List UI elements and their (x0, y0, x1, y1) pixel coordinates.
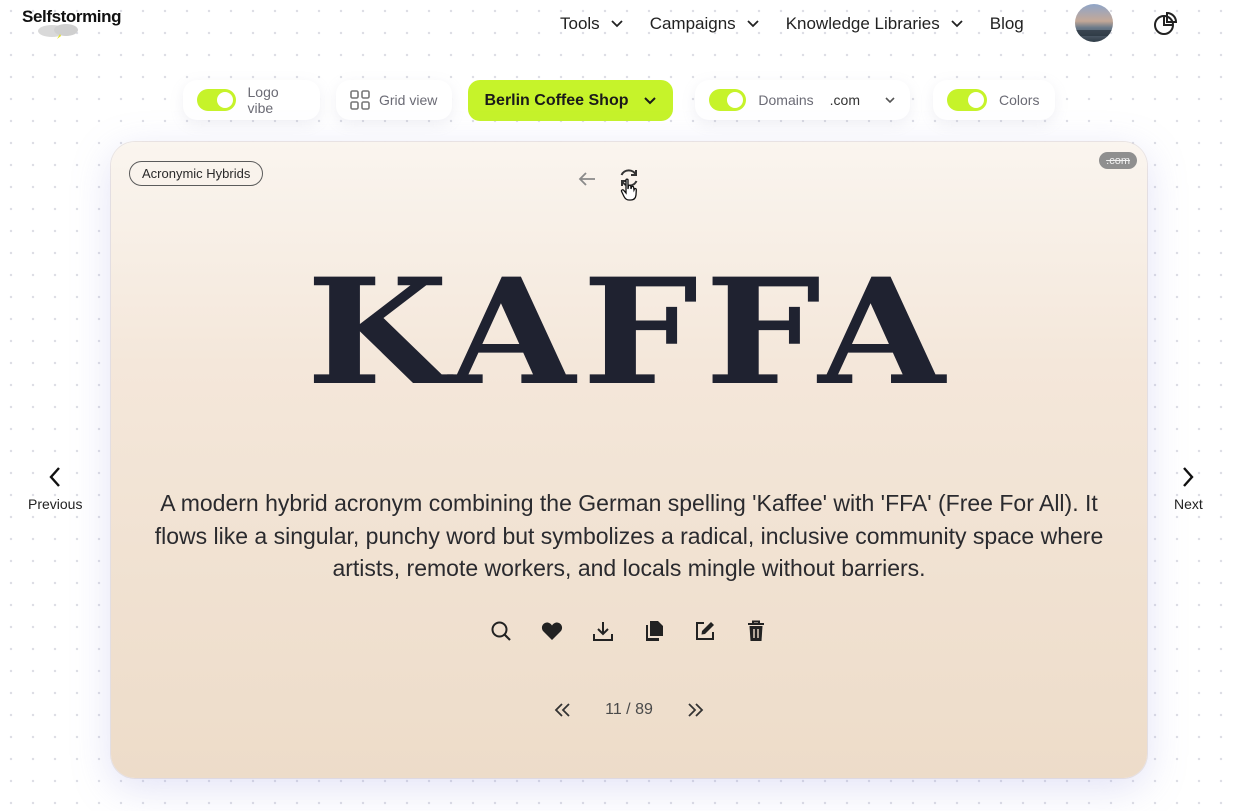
colors-control: Colors (933, 80, 1055, 120)
name-description: A modern hybrid acronym combining the Ge… (154, 490, 1104, 581)
chevron-down-icon (747, 20, 759, 28)
pager-first-button[interactable] (553, 700, 573, 720)
search-icon (491, 621, 511, 641)
logo-vibe-toggle[interactable] (197, 89, 236, 111)
pager-last-button[interactable] (685, 700, 705, 720)
pager: 11 / 89 (111, 700, 1147, 720)
trash-icon (748, 620, 764, 641)
copy-icon (646, 621, 663, 641)
heart-icon (541, 622, 563, 640)
main-nav: Tools Campaigns Knowledge Libraries Blog (560, 12, 1050, 36)
logo-vibe-control: Logo vibe (183, 80, 320, 120)
grid-view-button[interactable]: Grid view (336, 80, 452, 120)
domain-tld-select[interactable]: .com (830, 92, 896, 108)
card-actions (489, 619, 795, 643)
download-icon (593, 622, 613, 641)
project-select-label: Berlin Coffee Shop (484, 91, 629, 109)
chevron-left-icon (49, 467, 61, 487)
nav-tools-label: Tools (560, 14, 600, 33)
copy-button[interactable] (642, 619, 666, 643)
chevron-down-icon (885, 97, 895, 104)
chevrons-left-icon (554, 703, 570, 717)
nav-blog-label: Blog (989, 14, 1024, 33)
grid-icon (350, 90, 370, 110)
chevron-right-icon (1183, 467, 1194, 487)
next-button[interactable]: Next (1174, 466, 1203, 512)
nav-tools[interactable]: Tools (560, 14, 624, 34)
domains-label: Domains (758, 92, 814, 108)
pager-counter: 11 / 89 (605, 701, 653, 718)
colors-label: Colors (999, 92, 1040, 108)
chevron-down-icon (611, 20, 623, 28)
chevron-down-icon (951, 20, 963, 28)
favorite-button[interactable] (540, 619, 564, 643)
grid-view-label: Grid view (379, 92, 438, 108)
previous-label: Previous (28, 496, 83, 512)
delete-button[interactable] (744, 619, 768, 643)
pie-chart-icon[interactable] (1152, 11, 1178, 37)
hand-cursor-icon (620, 178, 637, 201)
nav-blog[interactable]: Blog (990, 14, 1024, 34)
nav-knowledge-libraries[interactable]: Knowledge Libraries (786, 14, 964, 34)
domains-control: Domains .com (695, 80, 910, 120)
category-tag: Acronymic Hybrids (129, 161, 264, 186)
domain-tld-value: .com (829, 92, 860, 108)
previous-button[interactable]: Previous (28, 466, 82, 512)
download-button[interactable] (591, 619, 615, 643)
logo-vibe-label: Logo vibe (247, 84, 279, 116)
nav-campaigns[interactable]: Campaigns (650, 14, 760, 34)
edit-button[interactable] (693, 619, 717, 643)
domain-availability-badge: .com (1099, 152, 1137, 169)
arrow-left-icon[interactable] (576, 168, 598, 190)
next-label: Next (1174, 496, 1203, 512)
nav-knowledge-libraries-label: Knowledge Libraries (785, 14, 940, 33)
name-card: Acronymic Hybrids .com KAFFA A modern hy… (111, 142, 1147, 778)
edit-icon (696, 622, 714, 640)
search-button[interactable] (489, 619, 513, 643)
nav-campaigns-label: Campaigns (649, 14, 736, 33)
brand-name: KAFFA (306, 247, 952, 418)
chevrons-right-icon (688, 703, 704, 717)
user-avatar[interactable] (1075, 4, 1113, 42)
domains-toggle[interactable] (709, 89, 747, 111)
chevron-down-icon (643, 96, 656, 104)
colors-toggle[interactable] (947, 89, 987, 111)
logo-cloud-icon (38, 24, 78, 39)
project-select[interactable]: Berlin Coffee Shop (468, 80, 673, 121)
